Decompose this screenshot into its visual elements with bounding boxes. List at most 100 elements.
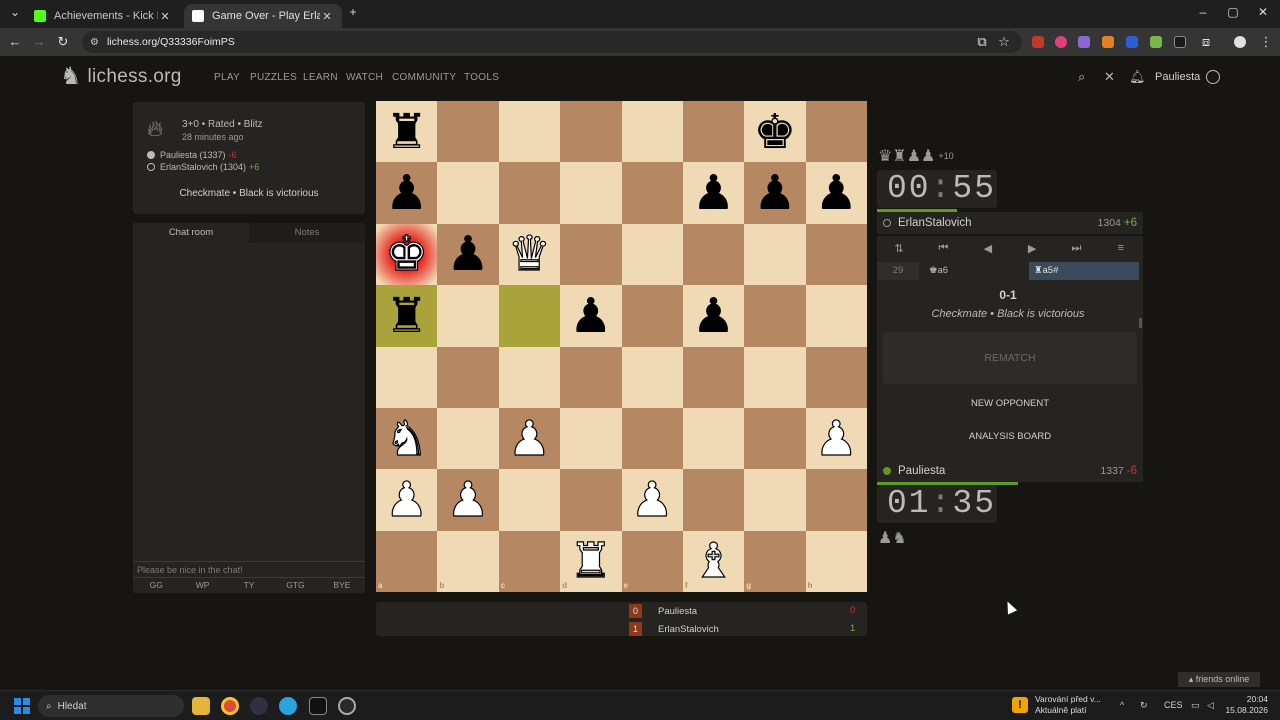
square-b2[interactable]: ♟	[437, 469, 499, 531]
analysis-board-button[interactable]: ANALYSIS BOARD	[883, 431, 1137, 442]
square-h1[interactable]	[805, 530, 867, 592]
bell-icon[interactable]: 🔔︎	[1129, 69, 1146, 85]
square-a8[interactable]: ♜	[376, 101, 438, 163]
nav-watch[interactable]: WATCH	[346, 72, 383, 83]
square-a2[interactable]: ♟	[376, 469, 438, 531]
nav-puzzles[interactable]: PUZZLES	[250, 72, 297, 83]
black-piece-b6[interactable]: ♟	[447, 230, 490, 278]
nav-tools[interactable]: TOOLS	[464, 72, 499, 83]
language-indicator[interactable]: CES	[1164, 700, 1183, 710]
square-b7[interactable]	[437, 162, 499, 224]
square-d2[interactable]	[560, 469, 622, 531]
square-b1[interactable]	[437, 530, 499, 592]
windows-start-icon[interactable]	[14, 698, 30, 714]
square-a7[interactable]: ♟	[376, 162, 438, 224]
friends-online-button[interactable]: ▴ friends online	[1178, 672, 1260, 687]
opponent-user[interactable]: ErlanStalovich 1304 +6	[877, 212, 1143, 234]
preset-gtg[interactable]: GTG	[272, 578, 318, 593]
network-icon[interactable]: ▭	[1191, 700, 1200, 711]
square-g4[interactable]	[744, 346, 806, 408]
black-piece-a5[interactable]: ♜	[385, 292, 428, 340]
nav-learn[interactable]: LEARN	[303, 72, 338, 83]
score-player[interactable]: Pauliesta	[658, 606, 697, 617]
new-opponent-button[interactable]: NEW OPPONENT	[883, 398, 1137, 409]
extension-icon[interactable]	[1150, 36, 1162, 48]
square-h4[interactable]	[805, 346, 867, 408]
square-a4[interactable]	[376, 346, 438, 408]
white-piece-b2[interactable]: ♟	[446, 475, 490, 524]
black-piece-h7[interactable]: ♟	[815, 169, 858, 217]
square-g3[interactable]	[744, 407, 806, 470]
square-f1[interactable]: ♝	[682, 530, 745, 592]
square-a1[interactable]	[376, 530, 438, 592]
square-g2[interactable]	[744, 469, 806, 531]
bookmark-star-icon[interactable]: ☆	[996, 34, 1012, 50]
site-logo[interactable]: ♞ lichess.org	[60, 64, 182, 90]
square-f8[interactable]	[682, 101, 745, 163]
black-piece-a7[interactable]: ♟	[385, 169, 428, 217]
extension-icon[interactable]	[1078, 36, 1090, 48]
square-d8[interactable]	[560, 101, 622, 163]
square-e3[interactable]	[621, 407, 683, 470]
white-move[interactable]: ♚a6	[919, 262, 1029, 280]
user-menu[interactable]: Pauliesta	[1155, 71, 1200, 83]
extension-icon[interactable]	[1126, 36, 1138, 48]
taskbar-search[interactable]: ⌕ Hledat	[38, 695, 184, 717]
forward-icon[interactable]: →	[31, 34, 47, 49]
prev-move-icon[interactable]: ◀	[966, 242, 1010, 255]
preset-wp[interactable]: WP	[179, 578, 225, 593]
extension-icon[interactable]	[1102, 36, 1114, 48]
tab-lichess[interactable]: Game Over - Play ErlanStalovich ✕	[184, 4, 342, 28]
rematch-button[interactable]: REMATCH	[883, 332, 1137, 384]
extension-icon[interactable]	[1032, 36, 1044, 48]
white-piece-a3[interactable]: ♞	[385, 414, 429, 463]
square-d3[interactable]	[560, 407, 622, 470]
flip-board-icon[interactable]: ⇅	[877, 242, 921, 255]
system-clock[interactable]: 20:04 15.08.2026	[1222, 694, 1268, 716]
user-avatar-icon[interactable]	[1206, 70, 1220, 84]
close-window-icon[interactable]: ✕	[1248, 5, 1278, 19]
scrollbar[interactable]	[1139, 318, 1142, 328]
telegram-icon[interactable]	[279, 697, 297, 715]
close-icon[interactable]: ✕	[158, 10, 172, 23]
black-piece-f5[interactable]: ♟	[692, 292, 735, 340]
square-g7[interactable]: ♟	[744, 162, 806, 224]
tab-notes[interactable]: Notes	[249, 223, 365, 243]
square-b8[interactable]	[437, 101, 499, 163]
square-h5[interactable]	[805, 285, 867, 347]
score-player[interactable]: ErlanStalovich	[658, 624, 719, 635]
volume-icon[interactable]: ◁	[1207, 700, 1214, 711]
square-f4[interactable]	[682, 346, 745, 408]
square-c7[interactable]	[498, 162, 561, 224]
last-move-icon[interactable]: ⏭	[1054, 242, 1098, 255]
square-f6[interactable]	[682, 223, 745, 286]
square-h8[interactable]	[805, 101, 867, 163]
chrome-icon[interactable]	[221, 697, 239, 715]
square-d6[interactable]	[560, 223, 622, 286]
white-piece-f1[interactable]: ♝	[691, 537, 735, 586]
square-e4[interactable]	[621, 346, 683, 408]
square-f3[interactable]	[682, 407, 745, 470]
white-player[interactable]: Pauliesta (1337) -6	[147, 150, 237, 160]
black-piece-g7[interactable]: ♟	[753, 169, 796, 217]
black-move[interactable]: ♜a5#	[1029, 262, 1139, 280]
white-piece-a2[interactable]: ♟	[385, 475, 429, 524]
square-c5[interactable]	[498, 285, 561, 347]
tune-icon[interactable]: ⚙	[90, 37, 99, 48]
profile-avatar[interactable]	[1234, 36, 1246, 48]
file-explorer-icon[interactable]	[192, 697, 210, 715]
white-piece-a6[interactable]: ♚	[385, 230, 429, 279]
address-bar[interactable]: ⚙ lichess.org/Q33336FoimPS	[82, 31, 1022, 53]
square-e1[interactable]	[621, 530, 683, 592]
black-piece-f7[interactable]: ♟	[692, 169, 735, 217]
back-icon[interactable]: ←	[7, 34, 23, 49]
black-piece-a8[interactable]: ♜	[385, 108, 428, 156]
square-e8[interactable]	[621, 101, 683, 163]
white-piece-h3[interactable]: ♟	[814, 414, 858, 463]
square-c4[interactable]	[498, 346, 561, 408]
sync-icon[interactable]: ↻	[1140, 700, 1148, 711]
square-h7[interactable]: ♟	[805, 162, 867, 224]
menu-icon[interactable]: ≡	[1099, 242, 1143, 254]
square-b3[interactable]	[437, 407, 499, 470]
square-g8[interactable]: ♚	[744, 101, 806, 163]
